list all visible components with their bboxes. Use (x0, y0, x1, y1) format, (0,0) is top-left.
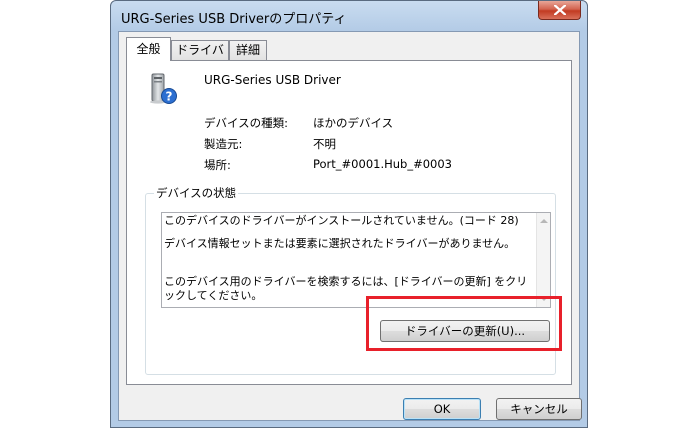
device-status-text: このデバイスのドライバーがインストールされていません。(コード 28) デバイス… (164, 214, 534, 303)
device-type-value: ほかのデバイス (313, 116, 394, 130)
close-icon (554, 5, 566, 15)
device-status-textbox[interactable]: このデバイスのドライバーがインストールされていません。(コード 28) デバイス… (161, 212, 551, 308)
location-value: Port_#0001.Hub_#0003 (313, 157, 452, 171)
close-button[interactable] (538, 1, 581, 20)
svg-text:?: ? (166, 90, 173, 104)
device-status-legend: デバイスの状態 (154, 185, 239, 201)
properties-window: URG-Series USB Driverのプロパティ 全般 ドライバー 詳細 (110, 0, 588, 428)
status-line: このデバイス用のドライバーを検索するには、[ドライバーの更新] をクリックしてく… (164, 275, 528, 302)
update-driver-button[interactable]: ドライバーの更新(U)... (380, 320, 550, 342)
title-bar[interactable]: URG-Series USB Driverのプロパティ (111, 1, 587, 31)
cancel-button[interactable]: キャンセル (496, 398, 582, 420)
dialog-client-area: 全般 ドライバー 詳細 ? URG-Series USB Drive (118, 31, 582, 421)
device-name: URG-Series USB Driver (204, 73, 341, 87)
general-tab-panel: ? URG-Series USB Driver デバイスの種類: ほかのデバイス… (126, 60, 572, 385)
location-label: 場所: (204, 158, 231, 172)
status-scrollbar[interactable] (536, 213, 550, 307)
status-line: デバイス情報セットまたは要素に選択されたドライバーがありません。 (164, 237, 516, 250)
manufacturer-label: 製造元: (204, 137, 243, 151)
device-status-group: デバイスの状態 このデバイスのドライバーがインストールされていません。(コード … (145, 185, 556, 375)
manufacturer-value: 不明 (313, 137, 336, 151)
tab-details[interactable]: 詳細 (229, 40, 267, 60)
unknown-device-icon: ? (150, 73, 177, 104)
status-line: このデバイスのドライバーがインストールされていません。(コード 28) (164, 214, 519, 227)
tab-driver[interactable]: ドライバー (171, 40, 229, 76)
scroll-up-arrow-icon[interactable] (540, 219, 548, 223)
ok-button[interactable]: OK (403, 398, 481, 420)
scroll-down-arrow-icon[interactable] (540, 297, 548, 301)
window-title: URG-Series USB Driverのプロパティ (121, 12, 347, 27)
device-type-label: デバイスの種類: (204, 116, 289, 130)
tab-general[interactable]: 全般 (126, 37, 171, 61)
